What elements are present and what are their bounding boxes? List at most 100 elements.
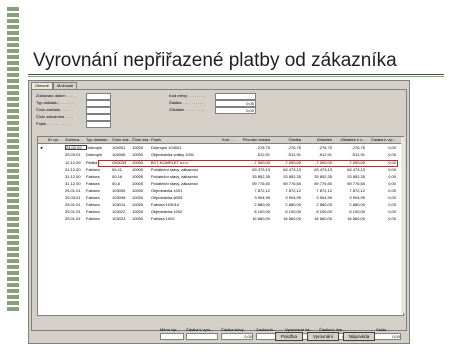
cell-remaining: 16 660,00 (314, 216, 332, 221)
document-no-field[interactable] (86, 107, 111, 114)
description-field[interactable] (86, 121, 111, 128)
cell-description: Faktura 1002 (151, 216, 175, 221)
col-original-amount[interactable]: Původní částka (237, 137, 270, 143)
col-remaining[interactable]: Zůstatek (302, 137, 332, 143)
table-row[interactable]: 31.12.00 Faktura 00-11 10000 Počáteční s… (38, 167, 403, 172)
cell-amount-to-apply: 0,00 (388, 167, 396, 172)
grid-header: ID vyr... Zúčtova... Typ dokladu Číslo d… (38, 137, 403, 144)
description-label: Popis . . . . . . . . . . . . (36, 121, 73, 126)
cell-document-no: 104006 (112, 152, 126, 157)
cell-remaining: 8 100,00 (316, 209, 332, 214)
cell-remaining-to-apply: 7 872,12 (349, 188, 365, 193)
cell-document-type: Faktura (86, 181, 100, 186)
cell-amount: -512,91 (287, 152, 301, 157)
col-document-type[interactable]: Typ dokladu (86, 137, 111, 143)
cell-amount: 63 473,13 (283, 167, 301, 172)
footer-field-amount-to-apply (186, 333, 218, 340)
cell-original-amount: -7 000,00 (253, 160, 270, 165)
col-currency[interactable]: Kód ... (222, 137, 236, 143)
cell-amount-to-apply: 0,00 (388, 160, 396, 165)
table-row[interactable]: 31.12.00 Faktura 00-16 10000 Počáteční s… (38, 174, 403, 179)
table-row[interactable]: 25.03.01 Faktura 103008 10000 Objednávka… (38, 195, 403, 200)
apply-button[interactable]: Vyrovnání (307, 332, 339, 341)
cell-description: Objednávka 1002 (151, 209, 183, 214)
cell-description: Faktura 103014 (151, 202, 180, 207)
cell-amount: 33 852,35 (283, 174, 301, 179)
general-panel: Zúčtovací datum . . . . Typ dokladu . . … (31, 89, 407, 331)
cell-amount: 16 660,00 (283, 216, 301, 221)
cell-posting-date: 25.03.01 (65, 195, 81, 200)
cell-document-no: 103023 (112, 216, 126, 221)
document-type-field[interactable] (86, 100, 111, 107)
cell-description: Počáteční stavy, zákazníci (151, 167, 198, 172)
cell-document-type: Dobropis (86, 145, 103, 150)
col-applies-id[interactable]: ID vyr... (48, 137, 64, 143)
table-row[interactable]: 25.01.01 Faktura 103023 10000 Faktura 10… (38, 216, 403, 221)
amount-field[interactable]: 0,00 (215, 100, 256, 107)
entry-button[interactable]: Položka (275, 332, 303, 341)
cell-posting-date: 31.12.00 (65, 167, 81, 172)
cell-document-no: 103014 (112, 202, 126, 207)
cell-remaining: 2 880,00 (316, 202, 332, 207)
currency-code-field[interactable] (215, 93, 256, 100)
cell-amount-to-apply: 0,00 (388, 195, 396, 200)
document-no-label: Číslo dokladu . . . . . . (36, 107, 74, 112)
table-row[interactable]: 31.12.00 Faktura 00-6 10000 Počáteční st… (38, 181, 403, 186)
table-row[interactable]: 25.01.01 Faktura 103022 10000 Objednávka… (38, 209, 403, 214)
cell-amount-to-apply: 0,00 (388, 152, 396, 157)
cell-remaining-to-apply: -512,91 (351, 152, 365, 157)
cell-document-type: Faktura (86, 216, 100, 221)
table-row[interactable]: ► 24.02.02 Dobropis 104001 10000 Dobropi… (38, 145, 403, 150)
table-row[interactable]: 25.01.01 Faktura 103014 10000 Faktura 10… (38, 202, 403, 207)
table-row[interactable]: 25.01.01 Faktura 103005 10000 Objednávka… (38, 188, 403, 193)
cell-document-no: 103008 (112, 195, 126, 200)
cell-remaining: 3 904,99 (316, 195, 332, 200)
col-amount[interactable]: Částka (271, 137, 301, 143)
cell-document-type: Faktura (86, 195, 100, 200)
table-row[interactable]: 25.03.01 Dobropis 104006 10000 Objednávk… (38, 152, 403, 157)
cell-document-no: 103022 (112, 209, 126, 214)
balance-field[interactable]: 0,00 (215, 107, 256, 114)
cell-remaining: -7 000,00 (315, 160, 332, 165)
help-button[interactable]: Nápověda (343, 332, 375, 341)
col-posting-date[interactable]: Zúčtova... (65, 137, 85, 143)
customer-no-label: Číslo zákazníka . . . . (36, 114, 74, 119)
document-type-label: Typ dokladu . . . . . . . (36, 100, 74, 105)
row-pointer-icon: ► (40, 145, 44, 150)
tab-options[interactable]: Možnosti (53, 82, 78, 89)
cell-posting-date[interactable]: 24.02.02 (65, 145, 87, 150)
cell-customer-no: 10000 (132, 181, 144, 186)
posting-date-field[interactable] (86, 93, 111, 100)
cell-document-type: Faktura (86, 188, 100, 193)
slide-bullet-column (0, 0, 26, 355)
currency-code-label: Kód měny . . . . . . . . (169, 93, 205, 98)
amount-label: Částka . . . . . . . . . . (169, 100, 204, 105)
grid-scrollbar[interactable] (401, 137, 405, 313)
cell-document-type: Dobropis (86, 152, 103, 157)
col-description[interactable]: Popis (151, 137, 221, 143)
table-row[interactable]: 12.12.09 Platba G00033 10000 BYT-KOMPLET… (38, 160, 403, 165)
entries-grid[interactable]: ID vyr... Zúčtova... Typ dokladu Číslo d… (37, 136, 404, 316)
col-remaining-to-apply[interactable]: Zůstatek k v... (333, 137, 365, 143)
col-customer-no[interactable]: Číslo záz... (132, 137, 150, 143)
cell-description: Objednávka vratky 1001 (151, 152, 195, 157)
cell-amount: 3 904,99 (285, 195, 301, 200)
customer-no-field[interactable] (86, 114, 111, 121)
footer-label-currency: Měna vyr... (160, 327, 180, 332)
cell-description: Dobropis 104001 (151, 145, 182, 150)
footer-label-amount-to-apply: Částka k vyro... (186, 327, 214, 332)
cell-amount: 7 872,12 (285, 188, 301, 193)
cell-document-type: Faktura (86, 167, 100, 172)
cell-remaining: 59 776,50 (314, 181, 332, 186)
cell-original-amount: 2 880,00 (254, 202, 270, 207)
cell-original-amount: -276,75 (256, 145, 270, 150)
cell-original-amount: 3 904,99 (254, 195, 270, 200)
cell-posting-date: 25.01.01 (65, 188, 81, 193)
col-amount-to-apply[interactable]: Částka k vyr... (366, 137, 396, 143)
col-document-no[interactable]: Číslo dok... (112, 137, 131, 143)
tab-general[interactable]: Obecné (31, 82, 54, 89)
footer-label-discount: Částka slevy (221, 327, 244, 332)
cell-document-no: G00033 (112, 160, 127, 165)
cell-posting-date: 31.12.00 (65, 181, 81, 186)
cell-posting-date: 31.12.00 (65, 174, 81, 179)
